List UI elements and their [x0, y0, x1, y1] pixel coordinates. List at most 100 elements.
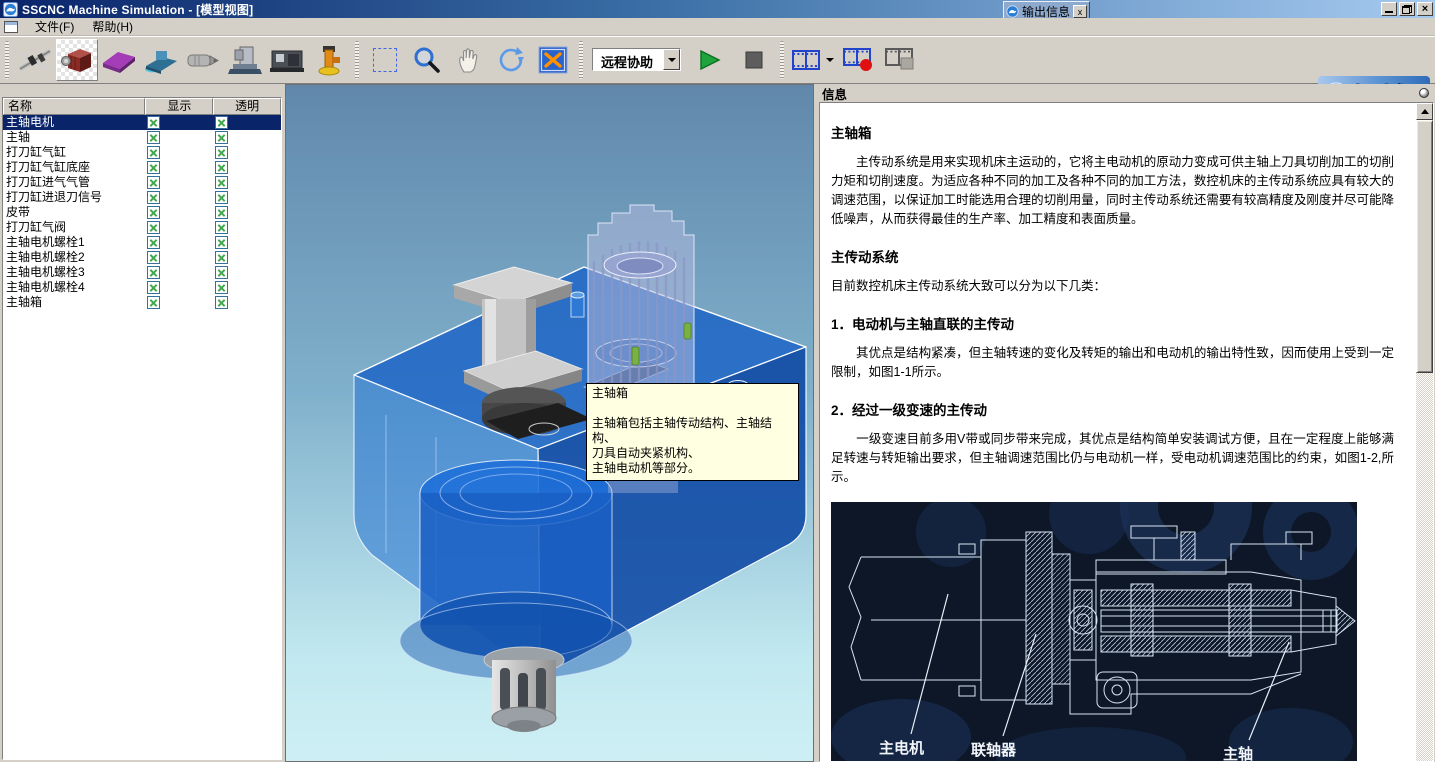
- column-header-transparent[interactable]: 透明: [213, 98, 281, 115]
- table-row[interactable]: 皮带: [3, 205, 281, 220]
- checkbox-cell: [145, 145, 213, 160]
- transparent-checkbox[interactable]: [215, 281, 228, 294]
- info-heading: 1．电动机与主轴直联的主传动: [831, 313, 1394, 333]
- info-paragraph: 其优点是结构紧凑，但主轴转速的变化及转矩的输出和电动机的输出特性致，因而使用上受…: [831, 344, 1394, 382]
- toolbar-grip[interactable]: [579, 41, 583, 79]
- pin-icon[interactable]: [1419, 88, 1429, 98]
- show-checkbox[interactable]: [147, 206, 160, 219]
- saddle-button[interactable]: [140, 39, 182, 81]
- combo-dropdown-button[interactable]: [663, 49, 680, 70]
- title-bar[interactable]: SSCNC Machine Simulation - [模型视图] 输出信息 x…: [0, 0, 1435, 18]
- chevron-down-icon: [668, 58, 676, 62]
- spindle-head-button[interactable]: [56, 39, 98, 81]
- vertical-scrollbar[interactable]: [1416, 103, 1433, 761]
- restore-button[interactable]: [1399, 2, 1415, 16]
- transparent-checkbox[interactable]: [215, 116, 228, 129]
- transparent-checkbox[interactable]: [215, 266, 228, 279]
- transparent-checkbox[interactable]: [215, 191, 228, 204]
- show-checkbox[interactable]: [147, 191, 160, 204]
- checkbox-cell: [145, 190, 213, 205]
- lathe-button[interactable]: [266, 39, 308, 81]
- tooltip-line: 主轴箱包括主轴传动结构、主轴结构、: [592, 416, 793, 446]
- stop-button[interactable]: [733, 39, 775, 81]
- play-button[interactable]: [685, 39, 733, 81]
- part-name: 主轴电机螺栓3: [3, 265, 145, 280]
- show-checkbox[interactable]: [147, 266, 160, 279]
- column-header-show[interactable]: 显示: [145, 98, 213, 115]
- pan-hand-icon: [456, 46, 482, 74]
- table-row[interactable]: 主轴电机: [3, 115, 281, 130]
- show-checkbox[interactable]: [147, 251, 160, 264]
- toolbar: 远程协助: [0, 36, 1435, 84]
- table-row[interactable]: 打刀缸气缸底座: [3, 160, 281, 175]
- show-checkbox[interactable]: [147, 176, 160, 189]
- transparent-checkbox[interactable]: [215, 146, 228, 159]
- machine-bed-button[interactable]: [98, 39, 140, 81]
- show-checkbox[interactable]: [147, 146, 160, 159]
- transparent-checkbox[interactable]: [215, 236, 228, 249]
- table-row[interactable]: 打刀缸进退刀信号: [3, 190, 281, 205]
- part-name: 主轴: [3, 130, 145, 145]
- toolbar-grip[interactable]: [780, 41, 784, 79]
- film-record-button[interactable]: [837, 39, 879, 81]
- show-checkbox[interactable]: [147, 296, 160, 309]
- transparent-checkbox[interactable]: [215, 206, 228, 219]
- pan-button[interactable]: [448, 39, 490, 81]
- transparent-checkbox[interactable]: [215, 221, 228, 234]
- fit-view-button[interactable]: [532, 39, 574, 81]
- menu-file[interactable]: 文件(F): [26, 16, 83, 37]
- transparent-checkbox[interactable]: [215, 296, 228, 309]
- show-checkbox[interactable]: [147, 131, 160, 144]
- toolbar-grip[interactable]: [5, 41, 9, 79]
- show-checkbox[interactable]: [147, 236, 160, 249]
- info-paragraph: 目前数控机床主传动系统大致可以分为以下几类：: [831, 277, 1394, 296]
- toolbar-grip[interactable]: [355, 41, 359, 79]
- transparent-checkbox[interactable]: [215, 251, 228, 264]
- marquee-select-button[interactable]: [364, 39, 406, 81]
- table-row[interactable]: 打刀缸气阀: [3, 220, 281, 235]
- info-panel-header: 信息: [817, 84, 1435, 102]
- checkbox-cell: [145, 205, 213, 220]
- zoom-button[interactable]: [406, 39, 448, 81]
- tool-clamp-icon: [311, 44, 347, 76]
- show-checkbox[interactable]: [147, 116, 160, 129]
- film-button[interactable]: [789, 39, 823, 81]
- spindle-button[interactable]: [182, 39, 224, 81]
- transparent-checkbox[interactable]: [215, 176, 228, 189]
- show-checkbox[interactable]: [147, 221, 160, 234]
- close-button[interactable]: ×: [1417, 2, 1433, 16]
- film-stop-button[interactable]: [879, 39, 921, 81]
- fit-view-icon: [538, 46, 568, 74]
- column-header-name[interactable]: 名称: [3, 98, 145, 115]
- table-row[interactable]: 打刀缸进气气管: [3, 175, 281, 190]
- milling-column-button[interactable]: [224, 39, 266, 81]
- table-row[interactable]: 主轴电机螺栓3: [3, 265, 281, 280]
- film-dropdown-button[interactable]: [823, 58, 837, 62]
- table-row[interactable]: 主轴电机螺栓4: [3, 280, 281, 295]
- transparent-checkbox[interactable]: [215, 161, 228, 174]
- menu-help[interactable]: 帮助(H): [83, 16, 142, 37]
- feed-axes-button[interactable]: [14, 39, 56, 81]
- tool-clamp-button[interactable]: [308, 39, 350, 81]
- table-row[interactable]: 主轴电机螺栓2: [3, 250, 281, 265]
- show-checkbox[interactable]: [147, 161, 160, 174]
- scroll-up-button[interactable]: [1416, 103, 1433, 120]
- part-name: 主轴箱: [3, 295, 145, 310]
- table-row[interactable]: 主轴电机螺栓1: [3, 235, 281, 250]
- info-paragraph: 主传动系统是用来实现机床主运动的，它将主电动机的原动力变成可供主轴上刀具切削加工…: [831, 153, 1394, 229]
- mdi-child-icon[interactable]: [4, 21, 18, 33]
- minimize-button[interactable]: [1381, 2, 1397, 16]
- scrollbar-thumb[interactable]: [1416, 120, 1433, 373]
- remote-assist-combo[interactable]: 远程协助: [592, 48, 681, 71]
- model-table-body: 主轴电机主轴打刀缸气缸打刀缸气缸底座打刀缸进气气管打刀缸进退刀信号皮带打刀缸气阀…: [3, 115, 281, 310]
- model-viewport[interactable]: 主轴箱 主轴箱包括主轴传动结构、主轴结构、刀具自动夹紧机构、主轴电动机等部分。: [285, 84, 814, 762]
- tooltip-line: 刀具自动夹紧机构、: [592, 446, 793, 461]
- show-checkbox[interactable]: [147, 281, 160, 294]
- table-row[interactable]: 主轴: [3, 130, 281, 145]
- rotate-button[interactable]: [490, 39, 532, 81]
- table-row[interactable]: 打刀缸气缸: [3, 145, 281, 160]
- transparent-checkbox[interactable]: [215, 131, 228, 144]
- output-close-button[interactable]: x: [1073, 5, 1087, 18]
- table-row[interactable]: 主轴箱: [3, 295, 281, 310]
- info-heading: 主传动系统: [831, 246, 1394, 266]
